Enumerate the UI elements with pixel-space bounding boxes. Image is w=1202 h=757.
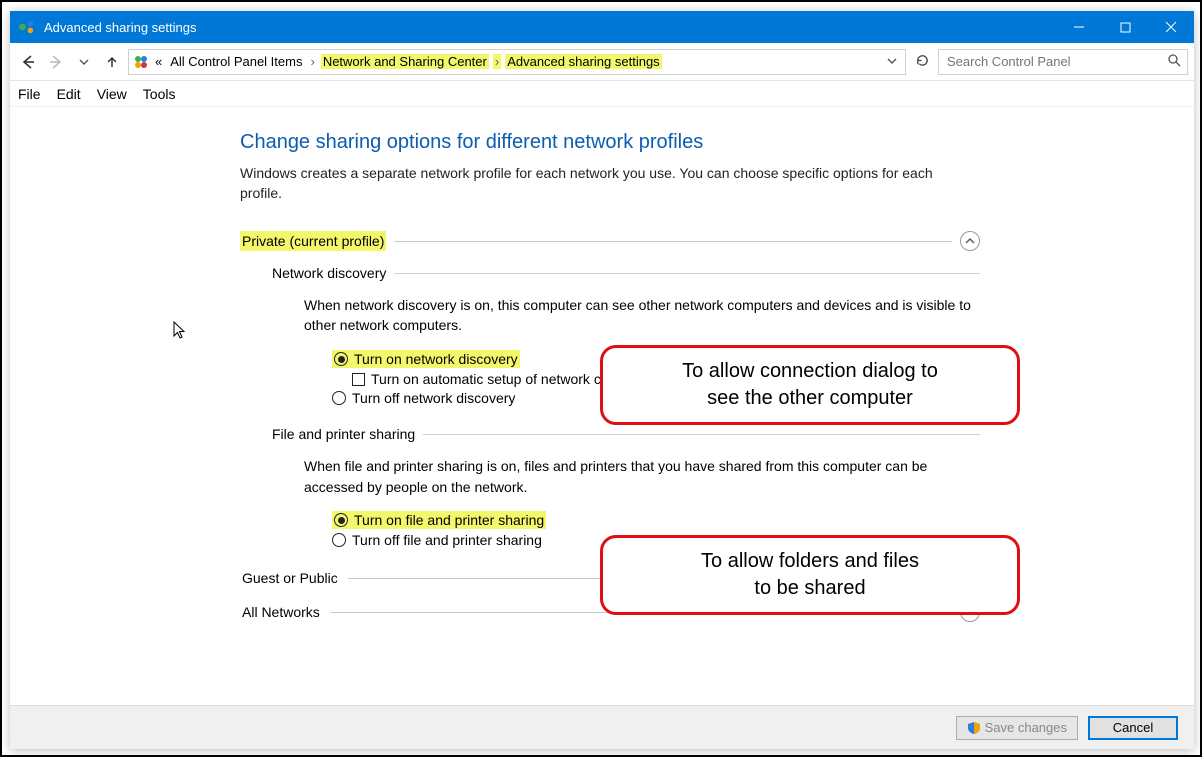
breadcrumb-all-items[interactable]: All Control Panel Items: [168, 54, 304, 69]
nav-forward-button[interactable]: [44, 50, 68, 74]
save-changes-button[interactable]: Save changes: [956, 716, 1078, 740]
radio-fp-on-label: Turn on file and printer sharing: [354, 512, 544, 528]
radio-icon: [332, 533, 346, 547]
radio-nd-off-label: Turn off network discovery: [352, 390, 515, 406]
radio-nd-on-label: Turn on network discovery: [354, 351, 518, 367]
chevron-right-icon: ›: [493, 54, 501, 69]
annotation-2-line1: To allow folders and files: [623, 548, 997, 575]
page-subtext: Windows creates a separate network profi…: [240, 164, 940, 203]
section-private-label: Private (current profile): [240, 231, 386, 251]
footer: Save changes Cancel: [10, 705, 1194, 749]
app-icon: [18, 18, 36, 36]
section-all-networks-label: All Networks: [240, 602, 322, 622]
radio-fp-off-label: Turn off file and printer sharing: [352, 532, 542, 548]
group-file-printer-title: File and printer sharing: [272, 426, 415, 442]
radio-icon: [334, 352, 348, 366]
search-box[interactable]: [938, 49, 1188, 75]
section-guest-label: Guest or Public: [240, 568, 340, 588]
menu-bar: File Edit View Tools: [10, 81, 1194, 107]
annotation-1-line1: To allow connection dialog to: [623, 358, 997, 385]
address-bar[interactable]: « All Control Panel Items › Network and …: [128, 49, 906, 75]
cancel-button[interactable]: Cancel: [1088, 716, 1178, 740]
chevron-up-icon[interactable]: [960, 231, 980, 251]
menu-view[interactable]: View: [97, 86, 127, 102]
section-private-header[interactable]: Private (current profile): [240, 231, 980, 251]
network-discovery-desc: When network discovery is on, this compu…: [304, 295, 980, 336]
radio-icon: [332, 391, 346, 405]
close-button[interactable]: [1148, 11, 1194, 43]
cursor-icon: [173, 321, 189, 341]
menu-edit[interactable]: Edit: [57, 86, 81, 102]
group-network-discovery-title: Network discovery: [272, 265, 386, 281]
nav-back-button[interactable]: [16, 50, 40, 74]
refresh-button[interactable]: [910, 53, 934, 71]
breadcrumb-network-sharing[interactable]: Network and Sharing Center: [321, 54, 489, 69]
search-icon[interactable]: [1168, 54, 1181, 70]
menu-tools[interactable]: Tools: [143, 86, 176, 102]
maximize-button[interactable]: [1102, 11, 1148, 43]
menu-file[interactable]: File: [18, 86, 41, 102]
annotation-1-line2: see the other computer: [623, 385, 997, 412]
nav-recent-button[interactable]: [72, 50, 96, 74]
control-panel-icon: [133, 54, 149, 70]
nav-up-button[interactable]: [100, 50, 124, 74]
annotation-callout-1: To allow connection dialog to see the ot…: [600, 345, 1020, 425]
search-input[interactable]: [945, 53, 1145, 70]
address-dropdown-icon[interactable]: [883, 54, 901, 69]
radio-icon: [334, 513, 348, 527]
titlebar: Advanced sharing settings: [10, 11, 1194, 43]
page-heading: Change sharing options for different net…: [240, 131, 980, 154]
chevron-right-icon: ›: [308, 54, 316, 69]
save-changes-label: Save changes: [985, 720, 1067, 735]
radio-fp-on[interactable]: Turn on file and printer sharing: [332, 511, 546, 529]
annotation-callout-2: To allow folders and files to be shared: [600, 535, 1020, 615]
cancel-label: Cancel: [1113, 720, 1153, 735]
window: Advanced sharing settings: [10, 11, 1194, 749]
annotation-2-line2: to be shared: [623, 575, 997, 602]
window-title: Advanced sharing settings: [44, 20, 196, 35]
radio-nd-on[interactable]: Turn on network discovery: [332, 350, 520, 368]
breadcrumb-prefix: «: [153, 54, 164, 69]
checkbox-icon: [352, 373, 365, 386]
shield-icon: [967, 721, 981, 735]
nav-row: « All Control Panel Items › Network and …: [10, 43, 1194, 81]
file-printer-desc: When file and printer sharing is on, fil…: [304, 456, 980, 497]
minimize-button[interactable]: [1056, 11, 1102, 43]
breadcrumb-advanced-sharing[interactable]: Advanced sharing settings: [505, 54, 661, 69]
content-area: Change sharing options for different net…: [10, 107, 1194, 697]
